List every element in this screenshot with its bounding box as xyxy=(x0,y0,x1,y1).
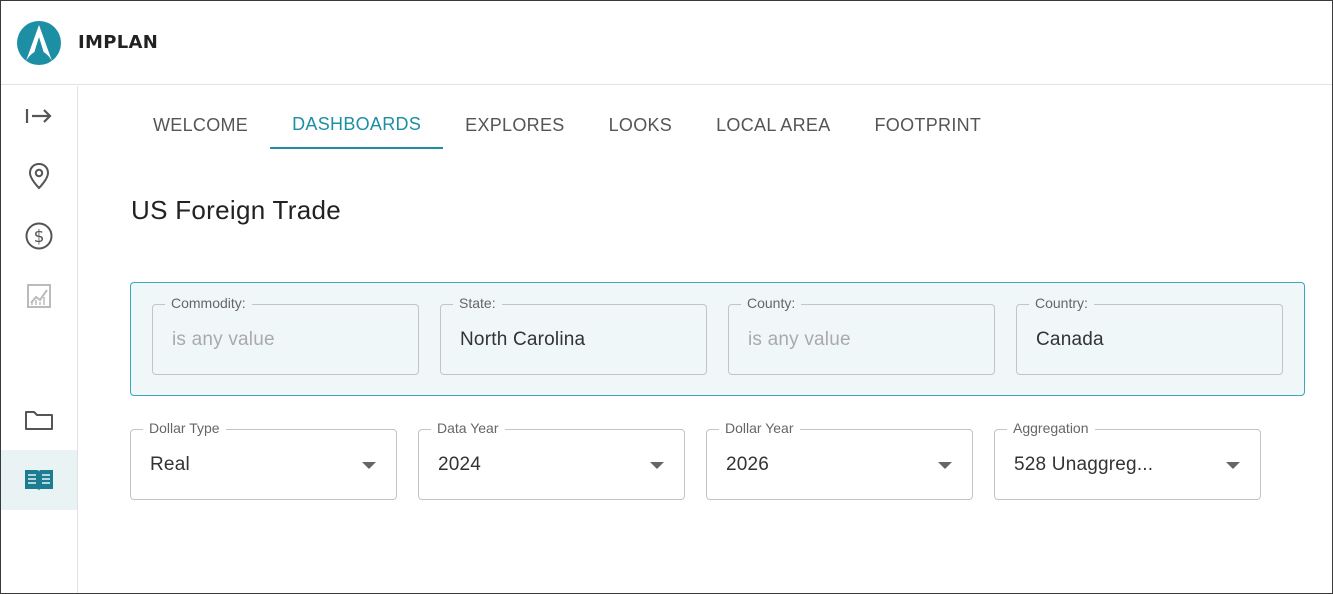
commodity-filter[interactable]: Commodity: is any value xyxy=(152,295,419,375)
sidebar-item-analytics[interactable] xyxy=(1,266,77,326)
dollar-year-label: Dollar Year xyxy=(719,420,800,436)
chevron-down-icon xyxy=(938,462,952,469)
county-filter-value: is any value xyxy=(748,329,851,350)
tab-looks[interactable]: LOOKS xyxy=(587,101,695,149)
country-filter[interactable]: Country: Canada xyxy=(1016,295,1283,375)
state-filter-value: North Carolina xyxy=(460,329,586,350)
state-filter[interactable]: State: North Carolina xyxy=(440,295,707,375)
sidebar-item-economics[interactable]: $ xyxy=(1,206,77,266)
dollar-circle-icon: $ xyxy=(25,222,53,250)
tab-local-area[interactable]: LOCAL AREA xyxy=(694,101,852,149)
commodity-filter-value: is any value xyxy=(172,329,275,350)
country-filter-label: Country: xyxy=(1029,295,1094,311)
tab-welcome[interactable]: WELCOME xyxy=(131,101,270,149)
sidebar-item-location[interactable] xyxy=(1,146,77,206)
app-header: IMPLAN xyxy=(1,1,1332,85)
sidebar-expand-button[interactable] xyxy=(1,86,77,146)
chart-icon xyxy=(27,284,51,308)
svg-text:$: $ xyxy=(34,227,45,247)
location-pin-icon xyxy=(28,162,50,190)
dollar-year-value: 2026 xyxy=(726,454,770,475)
sidebar-item-folders[interactable] xyxy=(1,390,77,450)
dollar-type-value: Real xyxy=(150,454,190,475)
app-name: IMPLAN xyxy=(78,32,159,53)
county-filter[interactable]: County: is any value xyxy=(728,295,995,375)
commodity-filter-label: Commodity: xyxy=(165,295,252,311)
app-window: IMPLAN $ WELCOME DASHBOARDS EXPLORES LOO… xyxy=(0,0,1333,594)
folder-icon xyxy=(25,411,53,430)
aggregation-label: Aggregation xyxy=(1007,420,1095,436)
chevron-down-icon xyxy=(1226,462,1240,469)
state-filter-label: State: xyxy=(453,295,502,311)
main-tabs: WELCOME DASHBOARDS EXPLORES LOOKS LOCAL … xyxy=(131,101,1003,151)
expand-arrow-icon xyxy=(25,109,52,123)
data-year-value: 2024 xyxy=(438,454,482,475)
data-year-label: Data Year xyxy=(431,420,505,436)
tab-dashboards[interactable]: DASHBOARDS xyxy=(270,101,444,149)
sidebar-item-library[interactable] xyxy=(1,450,77,510)
dollar-year-select[interactable]: Dollar Year 2026 xyxy=(706,420,973,500)
sidebar: $ xyxy=(1,86,78,593)
dollar-type-select[interactable]: Dollar Type Real xyxy=(130,420,397,500)
aggregation-select[interactable]: Aggregation 528 Unaggreg... xyxy=(994,420,1261,500)
county-filter-label: County: xyxy=(741,295,802,311)
data-year-select[interactable]: Data Year 2024 xyxy=(418,420,685,500)
country-filter-value: Canada xyxy=(1036,329,1104,350)
filter-panel: Commodity: is any value State: North Car… xyxy=(130,282,1305,396)
tab-footprint[interactable]: FOOTPRINT xyxy=(853,101,1004,149)
page-title: US Foreign Trade xyxy=(131,195,342,225)
chevron-down-icon xyxy=(650,462,664,469)
dollar-type-label: Dollar Type xyxy=(143,420,226,436)
aggregation-value: 528 Unaggreg... xyxy=(1014,454,1154,475)
chevron-down-icon xyxy=(362,462,376,469)
implan-logo-icon[interactable] xyxy=(17,21,61,65)
tab-explores[interactable]: EXPLORES xyxy=(443,101,586,149)
book-icon xyxy=(25,470,53,491)
